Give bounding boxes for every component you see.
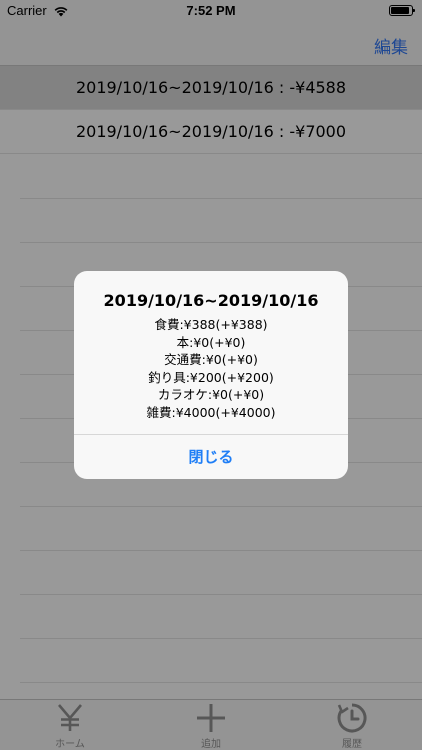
alert-line-karaoke: カラオケ:¥0(+¥0) [157, 387, 265, 402]
alert-title: 2019/10/16~2019/10/16 [103, 291, 319, 310]
alert-line-food: 食費:¥388(+¥388) [154, 317, 268, 332]
alert-message: 食費:¥388(+¥388) 本:¥0(+¥0) 交通費:¥0(+¥0) 釣り具… [74, 316, 348, 421]
summary-alert: 2019/10/16~2019/10/16 食費:¥388(+¥388) 本:¥… [74, 271, 348, 479]
alert-line-misc: 雑費:¥4000(+¥4000) [146, 404, 276, 420]
alert-line-transport: 交通費:¥0(+¥0) [164, 352, 258, 367]
alert-line-fishing: 釣り具:¥200(+¥200) [148, 369, 274, 385]
close-button[interactable]: 閉じる [74, 435, 348, 479]
alert-line-books: 本:¥0(+¥0) [176, 334, 246, 350]
